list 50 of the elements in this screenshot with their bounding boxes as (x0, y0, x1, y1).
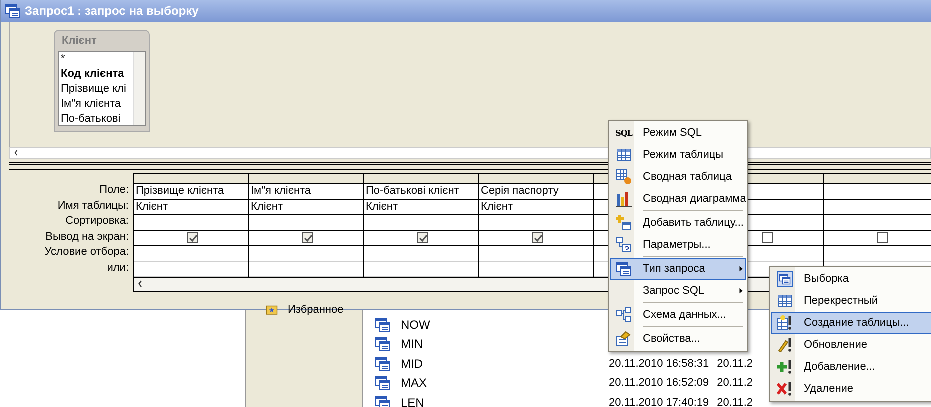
menu-item[interactable]: Добавить таблицу... (610, 212, 746, 234)
field-item[interactable]: Прізвище клі (61, 82, 133, 97)
object-name[interactable]: MAX (391, 374, 609, 392)
menu-item[interactable]: Удаление (771, 378, 931, 400)
row-label: Сортировка: (64, 214, 129, 229)
field-cell[interactable]: Прізвище клієнта (134, 184, 248, 200)
table-title: Клієнт (61, 34, 98, 49)
row-label: Имя таблицы: (56, 198, 129, 214)
menu-item[interactable]: Выборка (771, 268, 931, 290)
row-label: Поле: (98, 183, 129, 198)
menu-item[interactable]: Свойства... (610, 328, 746, 350)
menu-item[interactable]: Режим таблицы (610, 144, 746, 166)
field-item[interactable]: По-батькові (61, 112, 133, 125)
object-name[interactable]: LEN (391, 394, 609, 407)
field-cell[interactable]: Серія паспорту (479, 184, 593, 200)
menu-item[interactable]: Сводная диаграмма (610, 188, 746, 212)
table-cell[interactable]: Клієнт (249, 200, 363, 215)
object-name[interactable]: NOW (391, 316, 609, 334)
sql-icon: SQL (616, 127, 632, 139)
field-cell[interactable]: По-батькові клієнт (364, 184, 478, 200)
row-label: или: (106, 260, 129, 276)
created-date: 20.11.2010 17:40:19 (609, 396, 710, 407)
menu-item[interactable]: Добавление... (771, 356, 931, 378)
field-item[interactable]: Ім"я клієнта (61, 97, 133, 112)
menu-item[interactable]: Перекрестный (771, 290, 931, 312)
object-name[interactable]: MIN (391, 335, 609, 354)
menu-item[interactable]: Запрос SQL (610, 280, 746, 304)
table-cell[interactable]: Клієнт (134, 200, 248, 215)
menu-item[interactable]: Обновление (771, 334, 931, 356)
object-name[interactable]: MID (391, 354, 609, 373)
window-title: Запрос1 : запрос на выборку (25, 3, 199, 20)
menu-item[interactable]: Сводная таблица (610, 166, 746, 188)
menu-item[interactable]: SQL Режим SQL (610, 122, 746, 144)
modified-date: 20.11.2 (717, 376, 754, 391)
table-cell[interactable]: Клієнт (364, 200, 478, 215)
menu-item[interactable]: Параметры... (610, 234, 746, 258)
modified-date: 20.11.2 (717, 356, 754, 372)
created-date: 20.11.2010 16:58:31 (609, 356, 710, 372)
field-cell[interactable]: Ім"я клієнта (249, 184, 363, 200)
menu-item[interactable]: Создание таблицы... (771, 312, 931, 334)
table-cell[interactable]: Клієнт (479, 200, 593, 215)
row-label: Условие отбора: (44, 245, 129, 260)
nav-item[interactable]: Избранное (288, 302, 344, 318)
created-date: 20.11.2010 16:52:09 (609, 376, 710, 391)
row-label: Вывод на экран: (44, 230, 129, 244)
menu-item[interactable]: Схема данных... (610, 304, 746, 328)
field-item[interactable]: Код клієнта (61, 67, 133, 82)
menu-item[interactable]: Тип запроса (610, 258, 746, 280)
field-item[interactable]: * (61, 52, 133, 67)
modified-date: 20.11.2 (717, 396, 754, 407)
